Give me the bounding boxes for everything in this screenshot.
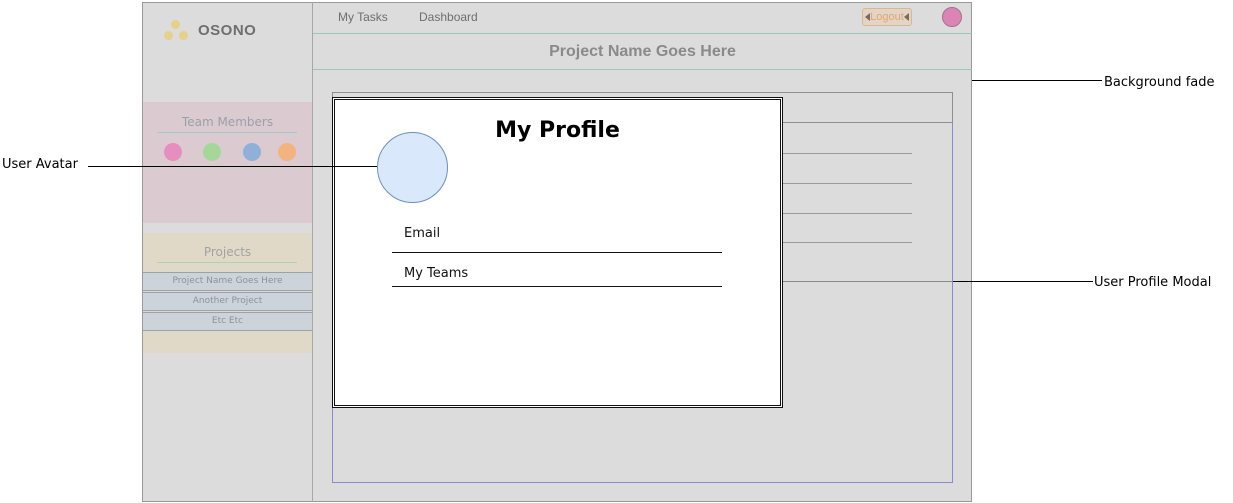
projects-divider <box>157 262 297 263</box>
content-line <box>783 183 912 184</box>
logout-button[interactable]: Logout <box>862 8 912 26</box>
project-list-item[interactable]: Etc Etc <box>143 312 312 331</box>
team-member-avatar[interactable] <box>203 143 221 161</box>
nav-dashboard[interactable]: Dashboard <box>419 10 478 24</box>
my-teams-field[interactable] <box>392 286 722 287</box>
team-members-heading: Team Members <box>181 115 274 129</box>
nav-my-tasks[interactable]: My Tasks <box>338 10 388 24</box>
annotation-user-profile-modal: User Profile Modal <box>1094 275 1212 290</box>
annotation-user-avatar: User Avatar <box>2 157 78 172</box>
arrow-left-icon <box>904 13 909 21</box>
team-member-avatar[interactable] <box>278 143 296 161</box>
content-line <box>783 213 912 214</box>
logout-label: Logout <box>870 11 904 23</box>
annotation-background-fade: Background fade <box>1104 75 1215 90</box>
project-list-item[interactable]: Project Name Goes Here <box>143 272 312 291</box>
project-title: Project Name Goes Here <box>549 43 736 60</box>
logo-text: OSONO <box>198 22 257 39</box>
logo-icon <box>162 20 192 44</box>
content-line <box>783 281 953 282</box>
content-line <box>783 242 912 243</box>
profile-avatar[interactable] <box>377 132 448 203</box>
callout-line-background-fade <box>972 80 1102 81</box>
callout-line-user-avatar <box>88 166 377 167</box>
project-list-item[interactable]: Another Project <box>143 292 312 311</box>
email-field[interactable] <box>392 252 722 253</box>
projects-heading: Projects <box>203 245 252 259</box>
team-members-divider <box>157 132 297 133</box>
user-avatar-nav[interactable] <box>942 7 962 27</box>
my-teams-field-label: My Teams <box>404 266 469 281</box>
team-member-avatar[interactable] <box>243 143 261 161</box>
callout-line-user-profile-modal <box>953 281 1093 282</box>
team-member-avatar[interactable] <box>164 143 182 161</box>
email-field-label: Email <box>404 226 441 241</box>
arrow-left-icon <box>865 13 870 21</box>
content-line <box>783 153 912 154</box>
